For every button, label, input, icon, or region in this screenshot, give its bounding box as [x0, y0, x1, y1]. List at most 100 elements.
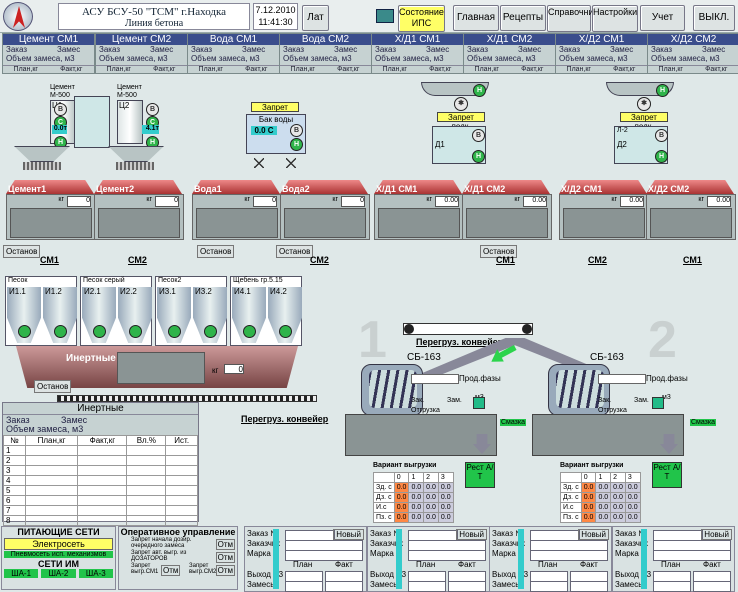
scale-7[interactable]: Х/Д2 СМ1 кг 0.00: [559, 180, 647, 238]
batches-plan-field[interactable]: [285, 581, 323, 592]
scale-2[interactable]: Цемент2 кг 0: [94, 180, 182, 238]
mixer-link-6[interactable]: СМ1: [683, 255, 702, 265]
d1-block-label[interactable]: Запрет подк.: [437, 112, 485, 122]
aggregate-bin[interactable]: И3.1: [157, 287, 191, 343]
pneumo-net-indicator[interactable]: Пневмосеть исп. механизмов: [4, 551, 113, 558]
new-order-button[interactable]: Новый: [333, 529, 364, 540]
lang-button[interactable]: Лат: [302, 5, 329, 31]
aggregate-group-4[interactable]: Щебень гр.5.15И4.1 И4.2: [230, 276, 302, 346]
batches-fact-field[interactable]: [325, 581, 363, 592]
batches-fact-field[interactable]: [570, 581, 608, 592]
rest-button[interactable]: Рест А/Т: [652, 462, 682, 488]
inert-table-row[interactable]: 1: [4, 446, 198, 456]
unload-row[interactable]: Пз. с0.00.00.00.0: [374, 513, 454, 523]
scale-3[interactable]: Вода1 кг 0: [192, 180, 280, 238]
inert-table-row[interactable]: 7: [4, 506, 198, 516]
unload-row[interactable]: Дз. с0.00.00.00.0: [374, 493, 454, 503]
aggregate-group-2[interactable]: Песок серыйИ2.1 И2.2: [80, 276, 152, 346]
aggregate-bin[interactable]: И4.2: [268, 287, 302, 343]
mixer-lube[interactable]: Смазка: [500, 419, 526, 426]
power-off-button[interactable]: ВЫКЛ.: [693, 5, 735, 31]
d2-block-label[interactable]: Запрет подк.: [620, 112, 668, 122]
op-item-2-button[interactable]: Отм: [216, 552, 235, 563]
power-net-indicator[interactable]: Электросеть: [4, 538, 113, 550]
aggregate-belt[interactable]: [57, 395, 317, 402]
new-order-button[interactable]: Новый: [456, 529, 487, 540]
aggregate-group-1[interactable]: ПесокИ1.1 И1.2: [5, 276, 77, 346]
aggregate-bin[interactable]: И1.1: [7, 287, 41, 343]
scale-1[interactable]: Цемент1 кг 0: [6, 180, 94, 238]
scale-5[interactable]: Х/Д1 СМ1 кг 0.00: [374, 180, 462, 238]
inert-table-row[interactable]: 4: [4, 476, 198, 486]
im-net-3[interactable]: ША-3: [79, 569, 113, 578]
nav-reference[interactable]: Справочники: [547, 5, 591, 32]
op-item-1-button[interactable]: Отм: [216, 539, 235, 550]
unload-row[interactable]: Дз. с0.00.00.00.0: [561, 493, 641, 503]
line-header-fact: Факт,кг: [326, 65, 372, 73]
mixer-prod-phase: Прод.фазы: [646, 374, 688, 383]
mixer-2[interactable]: СБ-163 Прод.фазы Зак. Зам. м3 Отгрузка С…: [532, 352, 712, 522]
water-valve-1-icon[interactable]: [254, 158, 264, 168]
scale-window: [378, 208, 460, 238]
nav-main[interactable]: Главная: [453, 5, 499, 31]
im-net-2[interactable]: ША-2: [41, 569, 75, 578]
batches-fact-field[interactable]: [448, 581, 486, 592]
mixer-link-4[interactable]: СМ1: [496, 255, 515, 265]
aggregate-bin-label: И2.2: [118, 287, 152, 296]
mixer-link-5[interactable]: СМ2: [588, 255, 607, 265]
nav-recipes[interactable]: Рецепты: [500, 5, 546, 31]
rest-button[interactable]: Рест А/Т: [465, 462, 495, 488]
stop-button-3[interactable]: Останов: [276, 245, 313, 258]
scale-6[interactable]: Х/Д1 СМ2 кг 0.00: [462, 180, 550, 238]
aggregate-group-3[interactable]: Песок2И3.1 И3.2: [155, 276, 227, 346]
aggregate-bin[interactable]: И2.2: [118, 287, 152, 343]
inert-table-row[interactable]: 6: [4, 496, 198, 506]
batches-plan-field[interactable]: [408, 581, 446, 592]
unload-row[interactable]: И.с0.00.00.00.0: [561, 503, 641, 513]
line-header-2: Цемент СМ2 ЗаказЗамес Объем замеса, м3 П…: [95, 33, 188, 74]
inert-table-row[interactable]: 3: [4, 466, 198, 476]
inert-table-row[interactable]: 2: [4, 456, 198, 466]
aggregate-bin[interactable]: И2.1: [82, 287, 116, 343]
scale-4[interactable]: Вода2 кг 0: [280, 180, 368, 238]
inert-table-row[interactable]: 8: [4, 516, 198, 526]
batches-plan-field[interactable]: [530, 581, 568, 592]
scale-8[interactable]: Х/Д2 СМ2 кг 0.00: [646, 180, 734, 238]
order-side-strip: [273, 529, 279, 589]
stop-button-2[interactable]: Останов: [197, 245, 234, 258]
keyboard-icon[interactable]: [376, 9, 394, 23]
line-header-volume: Объем замеса, м3: [372, 54, 463, 63]
water-valve-2-icon[interactable]: [286, 158, 296, 168]
op-item-4-button[interactable]: Отм: [216, 565, 235, 576]
mixer-link-2[interactable]: СМ2: [128, 255, 147, 265]
center-conveyor[interactable]: [403, 323, 533, 335]
water-block-label[interactable]: Запрет подк.: [251, 102, 299, 112]
nav-accounting[interactable]: Учет: [640, 5, 685, 31]
unload-row[interactable]: Зд. с0.00.00.00.0: [374, 483, 454, 493]
mixer-1[interactable]: СБ-163 Прод.фазы Зак. Зам. м3 Отгрузка С…: [345, 352, 525, 522]
mixer-lube[interactable]: Смазка: [690, 419, 716, 426]
mixer-link-1[interactable]: СМ1: [40, 255, 59, 265]
stop-button-1[interactable]: Останов: [3, 245, 40, 258]
new-order-button[interactable]: Новый: [578, 529, 609, 540]
aggregate-bin[interactable]: И4.1: [232, 287, 266, 343]
d1-fan-icon[interactable]: ✱: [454, 97, 468, 111]
batches-fact-field[interactable]: [693, 581, 731, 592]
im-net-1[interactable]: ША-1: [4, 569, 38, 578]
nav-settings[interactable]: Настройки: [592, 5, 638, 32]
d2-fan-icon[interactable]: ✱: [637, 97, 651, 111]
mixer-link-3[interactable]: СМ2: [310, 255, 329, 265]
aggregate-bin[interactable]: И3.2: [193, 287, 227, 343]
aggregate-stop-button[interactable]: Останов: [34, 380, 71, 393]
new-order-button[interactable]: Новый: [701, 529, 732, 540]
op-item-3-button[interactable]: Отм: [161, 565, 180, 576]
batches-plan-field[interactable]: [653, 581, 691, 592]
unload-row[interactable]: Зд. с0.00.00.00.0: [561, 483, 641, 493]
title-box: АСУ БСУ-50 "ТСМ" г.Находка Линия бетона: [58, 3, 250, 30]
aggregate-reload-link[interactable]: Перегруз. конвейер: [241, 414, 328, 424]
state-ips-button[interactable]: Состояние ИПС: [398, 5, 445, 32]
unload-row[interactable]: И.с0.00.00.00.0: [374, 503, 454, 513]
unload-row[interactable]: Пз. с0.00.00.00.0: [561, 513, 641, 523]
aggregate-bin[interactable]: И1.2: [43, 287, 77, 343]
inert-table-row[interactable]: 5: [4, 486, 198, 496]
